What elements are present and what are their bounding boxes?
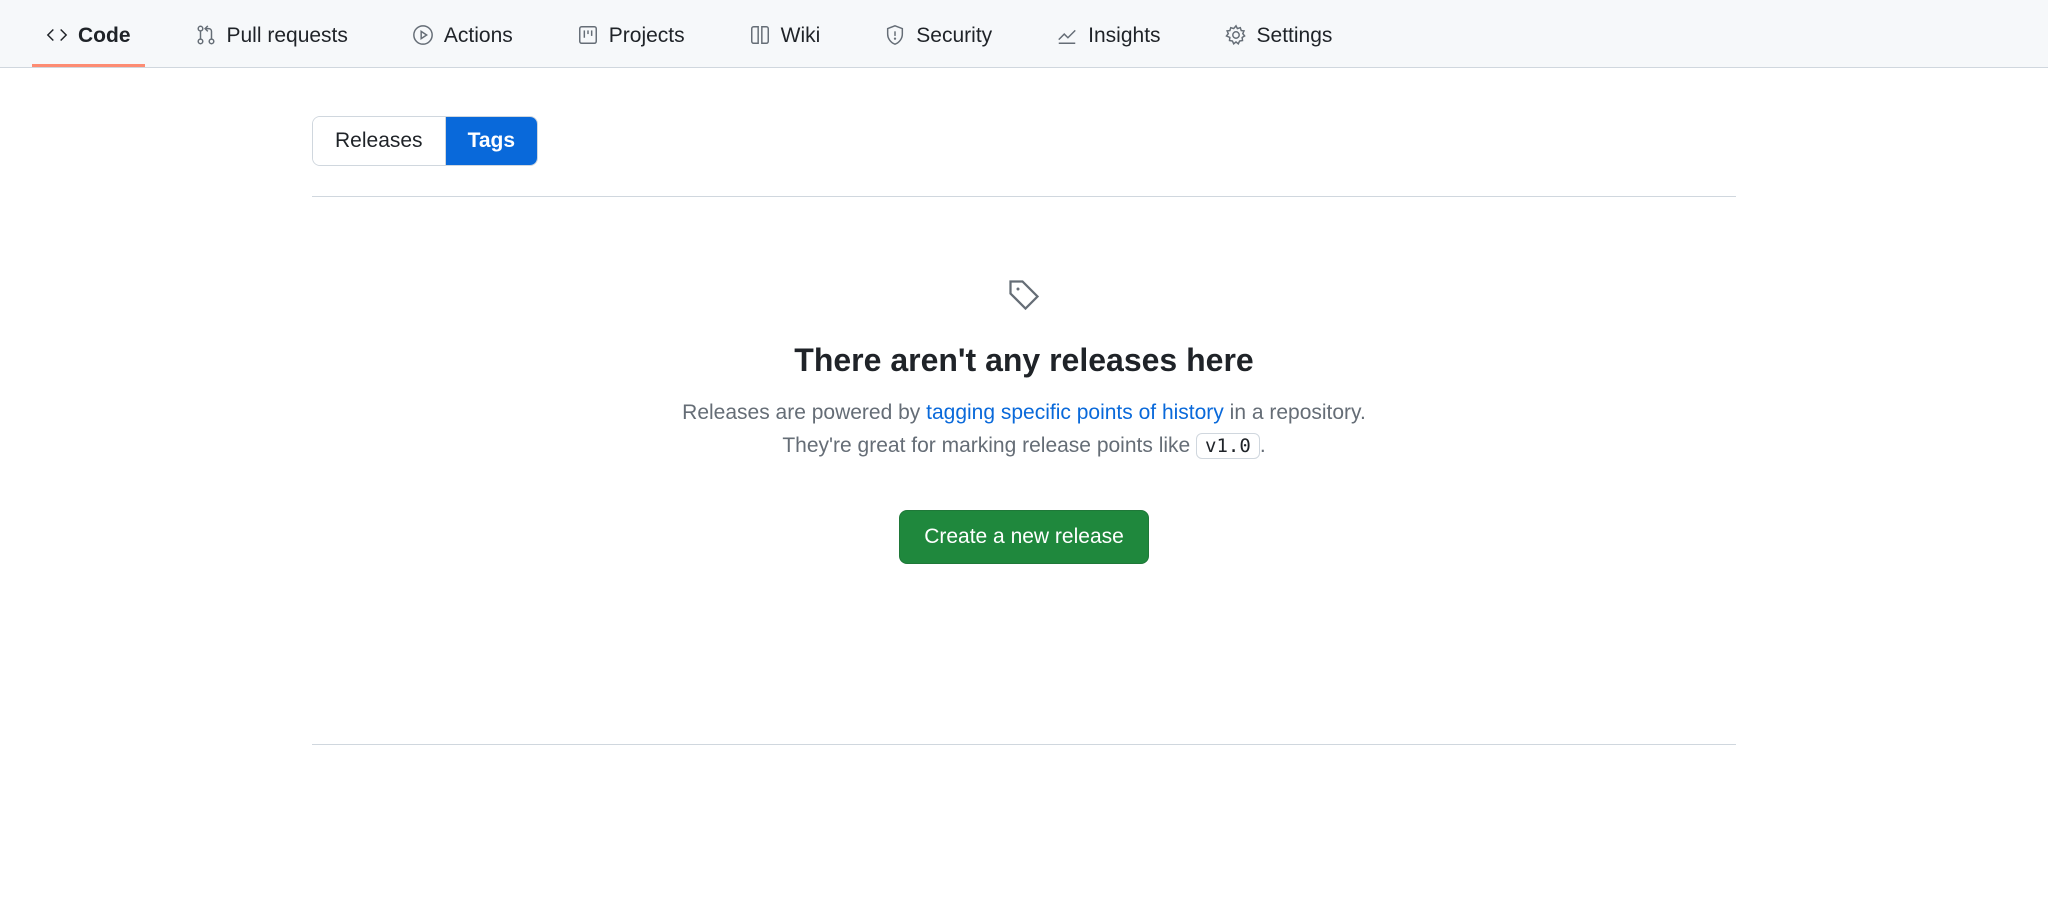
shield-icon bbox=[884, 24, 906, 46]
subnav-releases[interactable]: Releases bbox=[313, 117, 445, 165]
repo-nav-wiki[interactable]: Wiki bbox=[735, 12, 835, 67]
releases-tags-subnav: Releases Tags bbox=[312, 116, 538, 166]
repo-nav: Code Pull requests Actions Projects Wiki… bbox=[0, 0, 2048, 68]
create-release-button[interactable]: Create a new release bbox=[899, 510, 1149, 564]
repo-nav-label: Code bbox=[78, 25, 131, 46]
blankslate-title: There aren't any releases here bbox=[332, 342, 1716, 379]
book-icon bbox=[749, 24, 771, 46]
blankslate-description: Releases are powered by tagging specific… bbox=[332, 397, 1716, 462]
repo-nav-settings[interactable]: Settings bbox=[1211, 12, 1347, 67]
repo-nav-projects[interactable]: Projects bbox=[563, 12, 699, 67]
repo-nav-label: Wiki bbox=[781, 25, 821, 46]
repo-nav-label: Settings bbox=[1257, 25, 1333, 46]
tag-icon bbox=[1006, 277, 1042, 313]
blankslate: There aren't any releases here Releases … bbox=[312, 197, 1736, 624]
repo-nav-actions[interactable]: Actions bbox=[398, 12, 527, 67]
project-icon bbox=[577, 24, 599, 46]
repo-nav-label: Projects bbox=[609, 25, 685, 46]
tagging-history-link[interactable]: tagging specific points of history bbox=[926, 401, 1224, 424]
main-container: Releases Tags There aren't any releases … bbox=[264, 68, 1784, 745]
repo-nav-insights[interactable]: Insights bbox=[1042, 12, 1174, 67]
repo-nav-security[interactable]: Security bbox=[870, 12, 1006, 67]
repo-nav-label: Security bbox=[916, 25, 992, 46]
subnav-label: Releases bbox=[335, 129, 423, 152]
code-icon bbox=[46, 24, 68, 46]
play-icon bbox=[412, 24, 434, 46]
gear-icon bbox=[1225, 24, 1247, 46]
graph-icon bbox=[1056, 24, 1078, 46]
repo-nav-code[interactable]: Code bbox=[32, 12, 145, 67]
version-code-example: v1.0 bbox=[1196, 433, 1260, 459]
repo-nav-label: Insights bbox=[1088, 25, 1160, 46]
repo-nav-label: Actions bbox=[444, 25, 513, 46]
repo-nav-pull-requests[interactable]: Pull requests bbox=[181, 12, 362, 67]
repo-nav-label: Pull requests bbox=[227, 25, 348, 46]
subnav-label: Tags bbox=[468, 129, 515, 152]
git-pull-request-icon bbox=[195, 24, 217, 46]
subnav-tags[interactable]: Tags bbox=[445, 117, 537, 165]
divider-bottom bbox=[312, 744, 1736, 745]
